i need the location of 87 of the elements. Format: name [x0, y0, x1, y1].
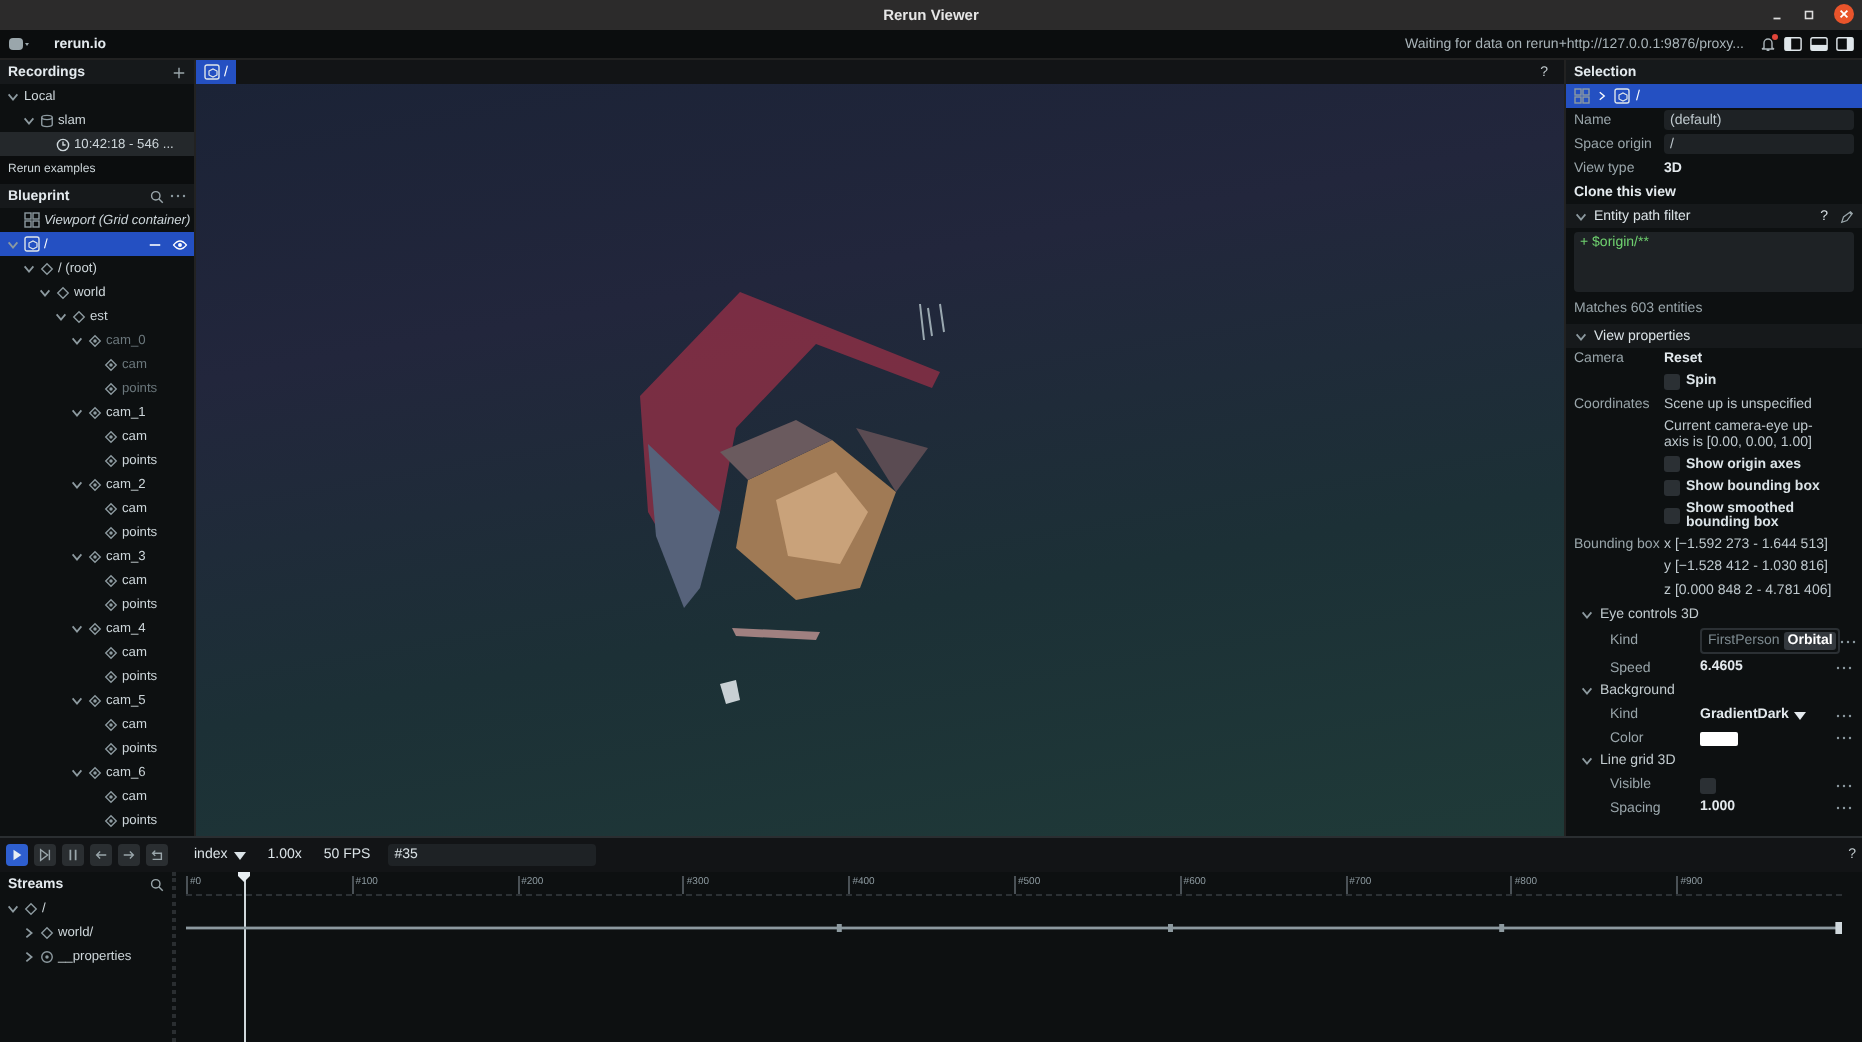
- dotted-diamond-icon: [104, 645, 118, 659]
- chevron-down-icon[interactable]: [38, 285, 52, 299]
- chevron-down-icon[interactable]: [22, 261, 36, 275]
- dotted-diamond-icon: [104, 357, 118, 371]
- chevron-down-icon[interactable]: [6, 901, 20, 915]
- chevron-right-icon[interactable]: [22, 925, 36, 939]
- checkbox[interactable]: [1664, 508, 1680, 525]
- play-icon: [10, 848, 24, 862]
- checkbox[interactable]: [1664, 374, 1680, 391]
- chevron-down-icon[interactable]: [70, 621, 84, 635]
- cube-view-icon: [1614, 88, 1630, 104]
- chevron-down-icon[interactable]: [70, 693, 84, 707]
- dotted-diamond-icon: [104, 597, 118, 611]
- left-panel-toggle-icon[interactable]: [1784, 36, 1802, 52]
- follow-button[interactable]: [34, 844, 56, 866]
- dotted-diamond-icon: [88, 621, 102, 635]
- chevron-down-icon[interactable]: [70, 333, 84, 347]
- chevron-down-icon[interactable]: [22, 113, 36, 127]
- dotted-diamond-icon: [104, 789, 118, 803]
- dotted-diamond-icon: [104, 717, 118, 731]
- search-icon[interactable]: [150, 877, 164, 891]
- loop-button[interactable]: [146, 844, 168, 866]
- play-to-end-icon: [38, 848, 52, 862]
- pause-button[interactable]: [62, 844, 84, 866]
- plus-icon[interactable]: [172, 65, 186, 79]
- more-icon[interactable]: [1836, 666, 1852, 671]
- cube-view-icon: [24, 236, 40, 252]
- checkbox[interactable]: [1664, 479, 1680, 496]
- dotted-diamond-icon: [104, 741, 118, 755]
- dotted-diamond-icon: [104, 573, 118, 587]
- dotted-diamond-icon: [104, 525, 118, 539]
- bell-icon[interactable]: [1760, 36, 1776, 52]
- dotted-diamond-icon: [104, 429, 118, 443]
- close-icon[interactable]: [1834, 4, 1854, 24]
- more-icon[interactable]: [1836, 783, 1852, 788]
- more-icon[interactable]: [1836, 806, 1852, 811]
- chevron-right-icon[interactable]: [22, 949, 36, 963]
- dotted-diamond-icon: [88, 477, 102, 491]
- dotted-diamond-icon: [104, 501, 118, 515]
- eye-icon[interactable]: [172, 237, 188, 251]
- step-back-button[interactable]: [90, 844, 112, 866]
- chevron-down-icon[interactable]: [70, 477, 84, 491]
- arrow-right-icon: [122, 848, 136, 862]
- loop-icon: [150, 848, 164, 862]
- logo-icon[interactable]: [8, 36, 30, 52]
- more-icon[interactable]: [1836, 736, 1852, 741]
- more-icon[interactable]: [1836, 713, 1852, 718]
- play-button[interactable]: [6, 844, 28, 866]
- grid-icon: [24, 212, 40, 228]
- chevron-down-icon[interactable]: [1580, 754, 1594, 769]
- chevron-down-icon[interactable]: [1574, 209, 1588, 223]
- pencil-icon[interactable]: [1840, 209, 1854, 223]
- dotted-diamond-icon: [104, 669, 118, 683]
- right-panel-toggle-icon[interactable]: [1836, 36, 1854, 52]
- dotted-diamond-icon: [88, 333, 102, 347]
- dotted-diamond-icon: [88, 693, 102, 707]
- dotted-diamond-icon: [88, 549, 102, 563]
- search-icon[interactable]: [150, 189, 164, 203]
- database-icon: [40, 113, 54, 127]
- dotted-diamond-icon: [88, 405, 102, 419]
- circle-dot-icon: [40, 949, 54, 963]
- chevron-down-icon[interactable]: [1580, 607, 1594, 622]
- chevron-right-icon: [1596, 90, 1608, 102]
- checkbox[interactable]: [1664, 456, 1680, 473]
- checkbox[interactable]: [1700, 777, 1716, 794]
- dotted-diamond-icon: [104, 813, 118, 827]
- maximize-icon[interactable]: [1802, 7, 1816, 21]
- caret-icon: [233, 851, 246, 859]
- dotted-diamond-icon: [104, 381, 118, 395]
- grid-icon: [1574, 88, 1590, 104]
- chevron-down-icon[interactable]: [70, 549, 84, 563]
- chevron-down-icon[interactable]: [70, 765, 84, 779]
- clock-icon: [56, 137, 70, 151]
- chevron-down-icon[interactable]: [1574, 329, 1588, 343]
- color-swatch[interactable]: [1700, 731, 1738, 746]
- chevron-down-icon[interactable]: [54, 309, 68, 323]
- arrow-left-icon: [94, 848, 108, 862]
- cube-view-icon: [204, 64, 220, 80]
- dotted-diamond-icon: [104, 453, 118, 467]
- step-forward-button[interactable]: [118, 844, 140, 866]
- chevron-down-icon[interactable]: [70, 405, 84, 419]
- bottom-panel-toggle-icon[interactable]: [1810, 36, 1828, 52]
- caret-icon: [1794, 711, 1807, 720]
- dotted-diamond-icon: [88, 765, 102, 779]
- chevron-down-icon[interactable]: [1580, 684, 1594, 699]
- pause-icon: [66, 848, 80, 862]
- chevron-down-icon[interactable]: [6, 89, 20, 103]
